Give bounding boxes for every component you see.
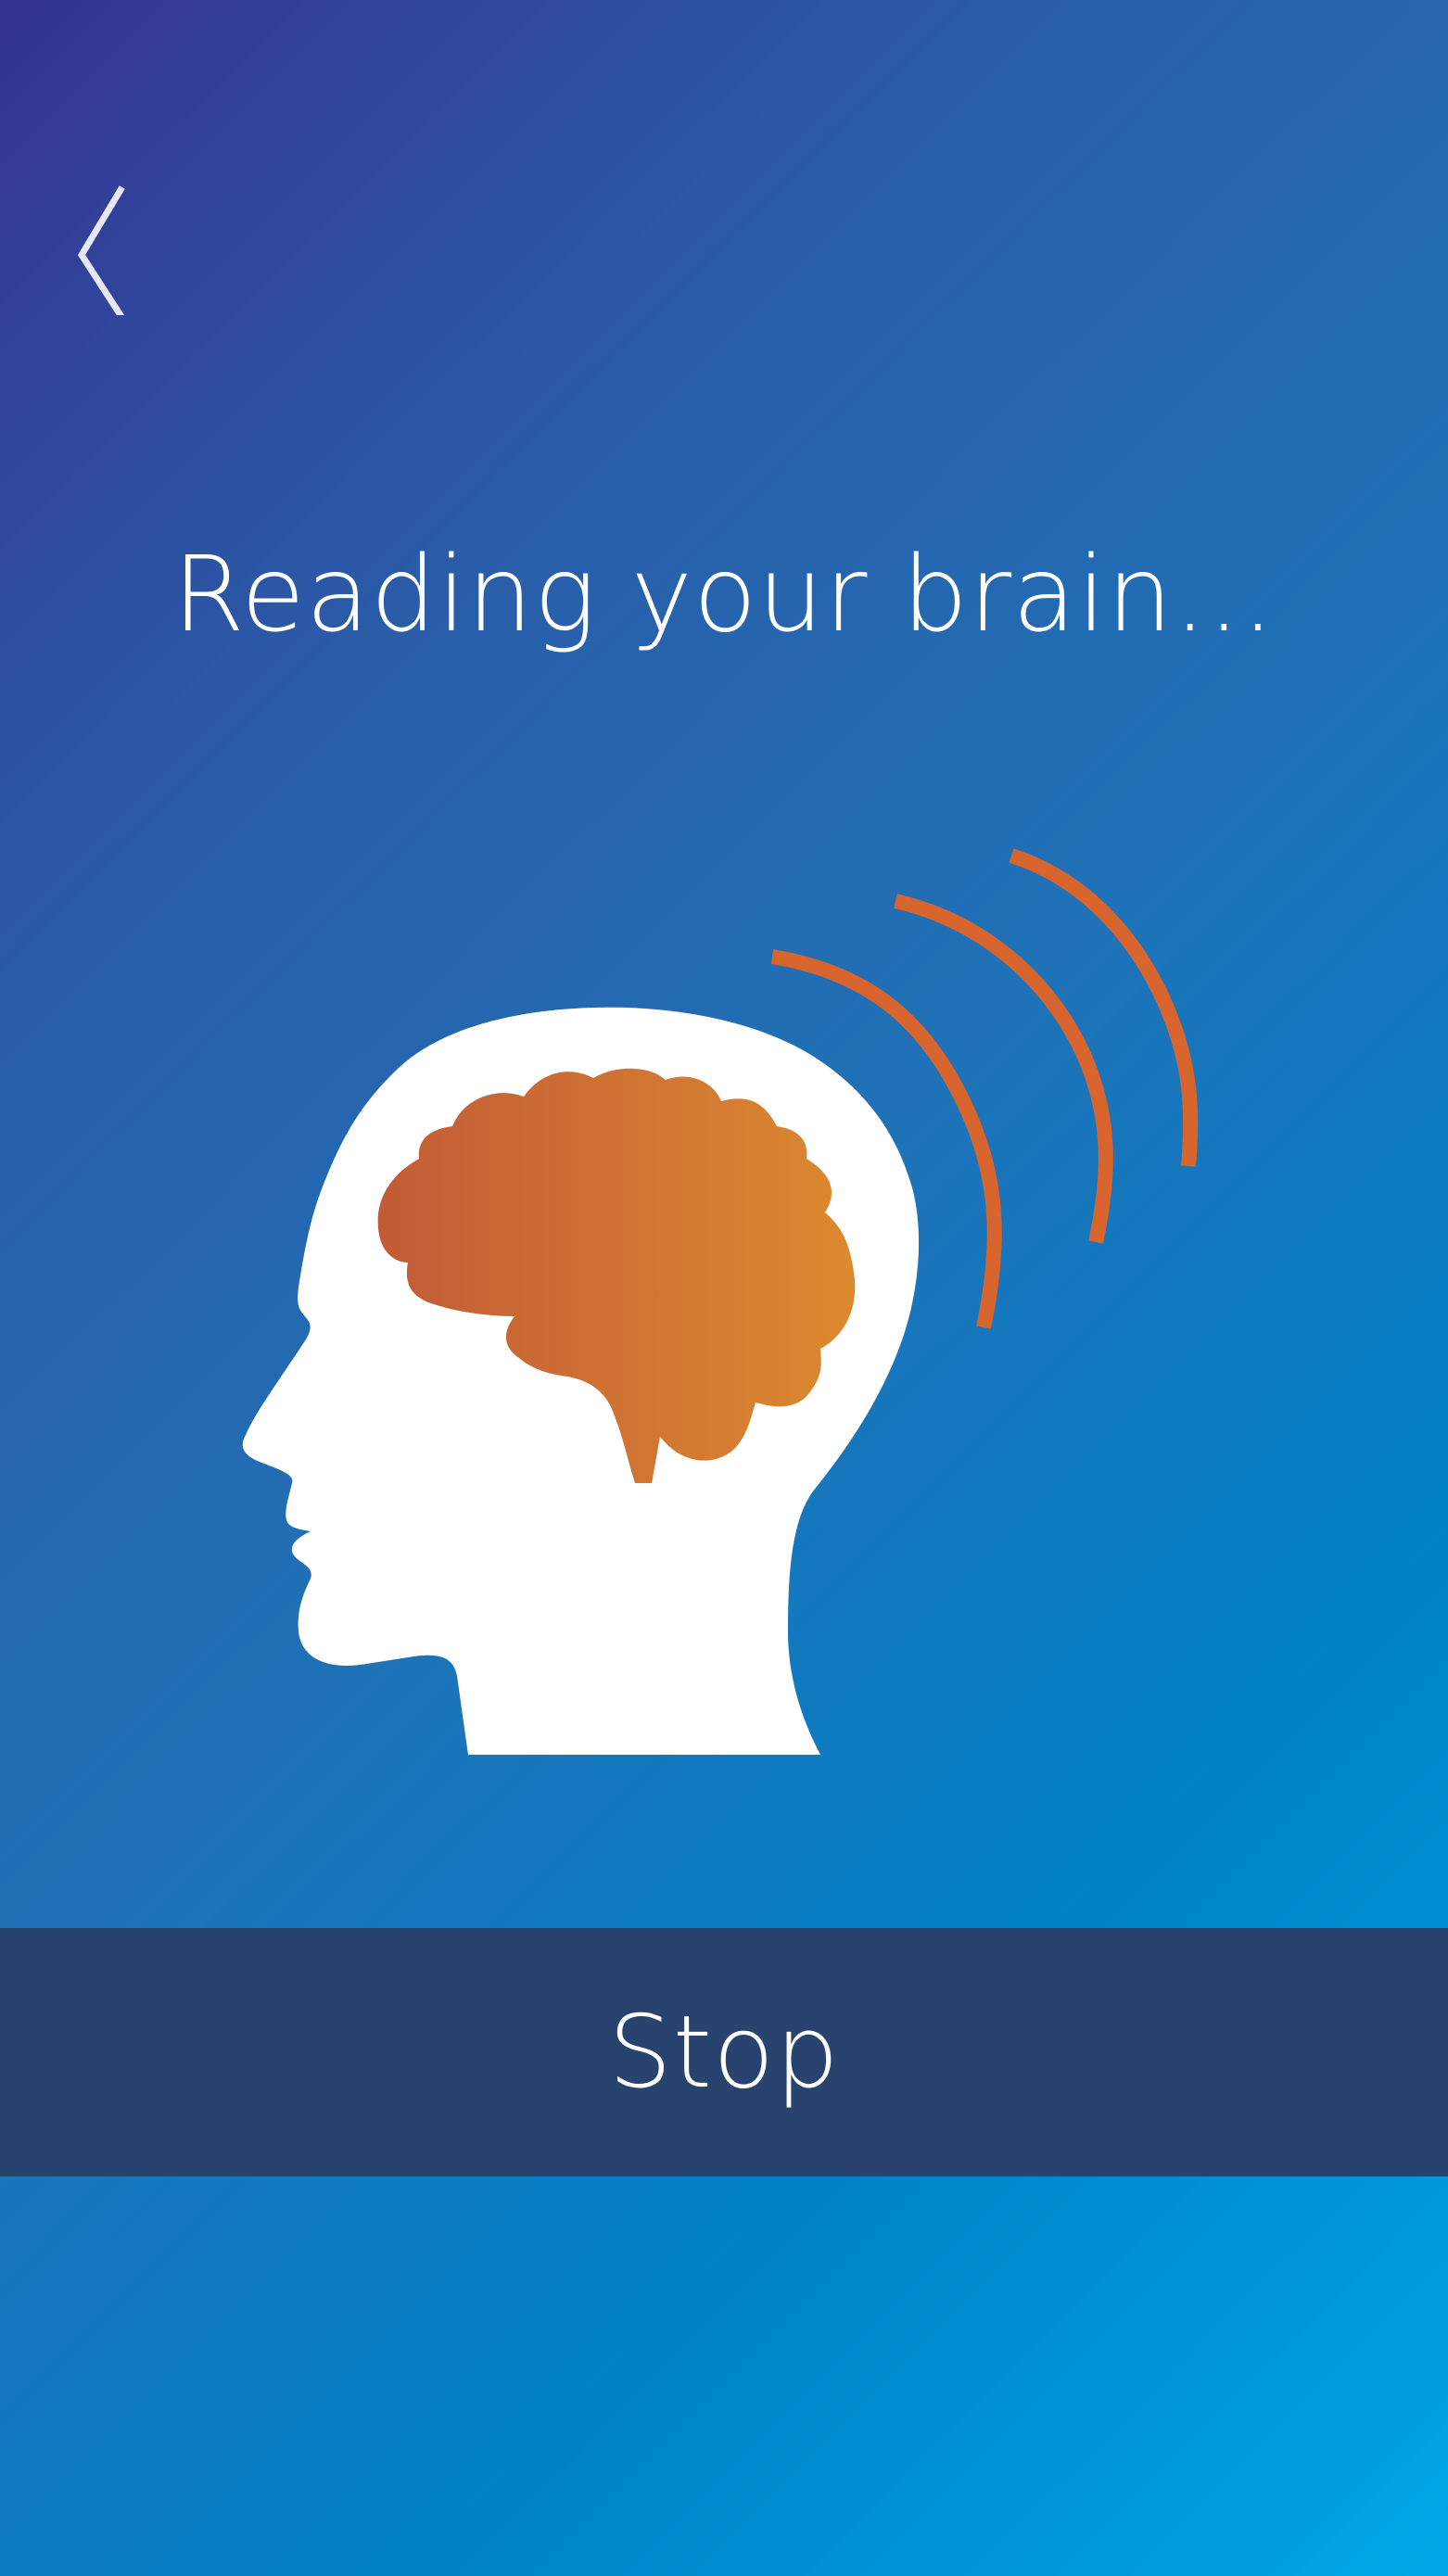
brain-reading-illustration xyxy=(232,834,1251,1780)
back-button[interactable] xyxy=(65,176,130,315)
page-title: Reading your brain... xyxy=(172,535,1276,655)
chevron-left-icon xyxy=(77,185,125,315)
stop-button[interactable]: Stop xyxy=(0,1928,1448,2176)
stop-button-label: Stop xyxy=(608,1994,840,2111)
